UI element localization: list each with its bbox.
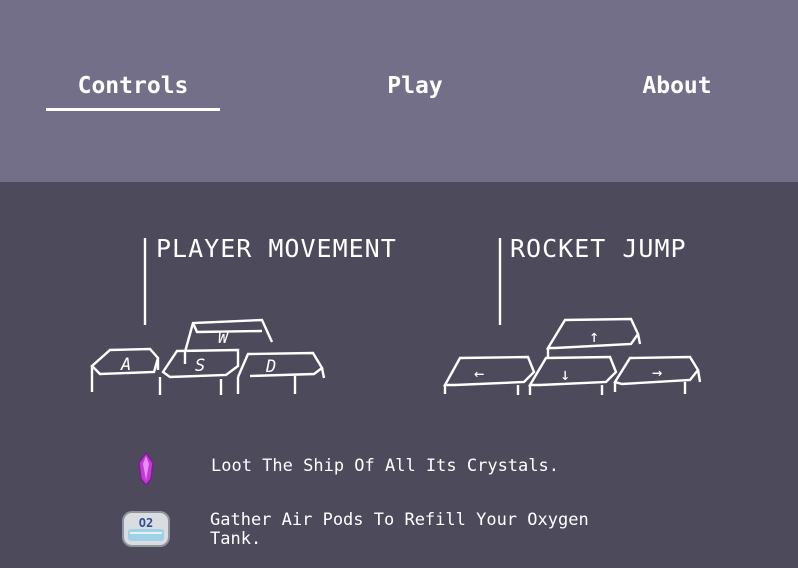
d-key xyxy=(236,351,326,394)
tip-oxygen: O2 Gather Air Pods To Refill Your Oxygen… xyxy=(0,505,798,555)
oxygen-pod-icon: O2 xyxy=(122,511,170,547)
tab-about[interactable]: About xyxy=(592,70,762,104)
right-arrow-label: → xyxy=(652,363,662,383)
a-key-label: A xyxy=(120,355,131,375)
w-key-label: W xyxy=(218,328,230,348)
tab-play[interactable]: Play xyxy=(330,70,500,104)
rocket-title: ROCKET JUMP xyxy=(510,234,687,263)
tip-oxygen-text: Gather Air Pods To Refill Your Oxygen Ta… xyxy=(210,510,589,549)
crystal-icon xyxy=(138,452,154,486)
down-arrow-key xyxy=(527,355,618,395)
d-key-label: D xyxy=(265,357,276,377)
svg-text:O2: O2 xyxy=(139,516,153,530)
down-arrow-label: ↓ xyxy=(560,365,570,385)
active-tab-underline xyxy=(46,108,220,111)
tip-crystals-text: Loot The Ship Of All Its Crystals. xyxy=(211,456,559,476)
tip-crystals: Loot The Ship Of All Its Crystals. xyxy=(0,448,798,488)
left-arrow-key xyxy=(442,355,536,395)
movement-title: PLAYER MOVEMENT xyxy=(156,234,397,263)
controls-illustration: PLAYER MOVEMENT ROCKET JUMP W A S D ↑ ← … xyxy=(90,234,702,395)
up-arrow-label: ↑ xyxy=(589,327,599,347)
s-key-label: S xyxy=(195,356,205,376)
tab-controls[interactable]: Controls xyxy=(46,70,220,104)
left-arrow-label: ← xyxy=(474,364,484,384)
